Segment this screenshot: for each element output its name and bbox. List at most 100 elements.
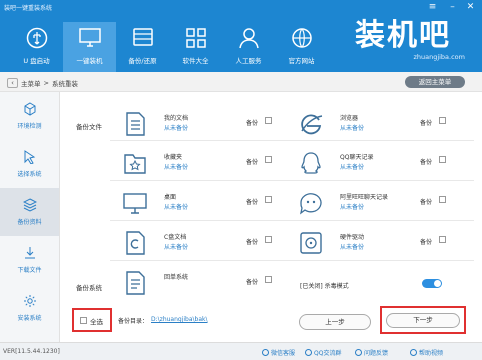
breadcrumb-home[interactable]: 主菜单 <box>21 78 41 88</box>
compress-mode-toggle[interactable] <box>422 279 442 288</box>
backup-checkbox-desktop[interactable] <box>265 196 272 203</box>
favorites-folder-icon <box>124 154 146 174</box>
divider <box>110 260 474 261</box>
backup-checkbox-qq-chat[interactable] <box>439 156 446 163</box>
select-all-checkbox[interactable] <box>80 317 87 324</box>
feedback-link[interactable]: 问题反馈 <box>355 348 388 357</box>
gear-icon <box>23 295 36 307</box>
help-video-link[interactable]: 帮助视频 <box>410 348 443 357</box>
next-step-highlight: 下一步 <box>380 306 466 334</box>
backup-dir-label: 备份目录： <box>118 318 149 325</box>
qq-group-icon <box>305 349 312 356</box>
select-all-box[interactable]: 全选 <box>72 308 112 332</box>
backup-option-label: 备份 <box>420 199 433 206</box>
apps-grid-icon <box>185 28 206 48</box>
monitor-icon <box>78 28 101 47</box>
item-status: 从未备份 <box>340 164 365 171</box>
wechat-service-link[interactable]: 微信客服 <box>262 348 295 357</box>
item-status: 从未备份 <box>340 204 365 211</box>
status-link-label: QQ交流群 <box>314 350 342 357</box>
version-label: VER[11.5.44.1230] <box>3 348 60 355</box>
compress-mode-label: [已关闭] 杀毒模式 <box>300 283 349 290</box>
backup-option-label: 备份 <box>246 120 259 127</box>
item-status: 从未备份 <box>340 244 365 251</box>
item-status: 从未备份 <box>164 244 189 251</box>
breadcrumb-separator: > <box>43 79 49 87</box>
backup-checkbox-my-documents[interactable] <box>265 117 272 124</box>
breadcrumb-current: 系统重装 <box>51 80 78 88</box>
feedback-icon <box>355 349 362 356</box>
system-doc-icon <box>126 271 145 295</box>
cursor-icon <box>24 150 35 164</box>
backup-option-label: 备份 <box>420 239 433 246</box>
brand-logo: 装机吧 zhuangjiba.com <box>355 18 475 62</box>
sidebar-item-install-system[interactable]: 安装系统 <box>0 284 59 332</box>
sidebar-label: 环境检测 <box>17 123 42 130</box>
sidebar-label: 下载文件 <box>17 267 42 274</box>
item-title: QQ聊天记录 <box>340 154 374 161</box>
nav-label: 一键装机 <box>76 57 103 65</box>
nav-item-backup-restore[interactable]: 备份/还原 <box>116 22 169 72</box>
return-main-menu-button[interactable]: 返回主菜单 <box>405 76 465 88</box>
item-status: 从未备份 <box>340 125 365 132</box>
backup-checkbox-hardware-drivers[interactable] <box>439 236 446 243</box>
qq-icon <box>301 152 321 174</box>
item-status: 从未备份 <box>164 204 189 211</box>
document-icon <box>126 112 145 136</box>
sidebar-label: 备份资料 <box>17 219 42 226</box>
qq-group-link[interactable]: QQ交流群 <box>305 348 341 357</box>
nav-label: 备份/还原 <box>128 57 157 65</box>
sidebar-item-backup-data[interactable]: 备份资料 <box>0 188 59 236</box>
brand-name: 装机吧 <box>355 18 451 53</box>
backup-checkbox-c-drive-docs[interactable] <box>265 236 272 243</box>
sidebar-item-download-files[interactable]: 下载文件 <box>0 236 59 284</box>
nav-item-one-click-install[interactable]: 一键装机 <box>63 22 116 72</box>
backup-option-label: 备份 <box>246 199 259 206</box>
nav-item-manual-service[interactable]: 人工服务 <box>222 22 275 72</box>
status-link-label: 问题反馈 <box>364 350 389 357</box>
backup-checkbox-browser[interactable] <box>439 117 446 124</box>
backup-dir-link[interactable]: D:\zhuangjiba\bak\ <box>151 316 208 323</box>
backup-content: 备份文件 备份系统 我的文档 从未备份 收藏夹 从未备份 桌面 从未备份 C盘文… <box>60 92 482 342</box>
nav-item-software[interactable]: 软件大全 <box>169 22 222 72</box>
wechat-icon <box>262 349 269 356</box>
item-title: 阿里旺旺聊天记录 <box>340 194 389 201</box>
person-icon <box>238 28 259 49</box>
backup-checkbox-system[interactable] <box>265 276 272 283</box>
download-icon <box>24 247 35 259</box>
help-video-icon <box>410 349 417 356</box>
backup-option-label: 备份 <box>420 159 433 166</box>
backup-checkbox-wangwang-chat[interactable] <box>439 196 446 203</box>
brand-site: zhuangjiba.com <box>413 53 465 61</box>
backup-checkbox-favorites[interactable] <box>265 156 272 163</box>
section-backup-files: 备份文件 <box>76 123 102 131</box>
next-step-button[interactable]: 下一步 <box>386 313 460 328</box>
breadcrumb: ‹ 主菜单 > 系统重装 <box>7 78 78 88</box>
nav-item-official-site[interactable]: 官方网站 <box>275 22 328 72</box>
divider <box>110 220 474 221</box>
item-title: 浏览器 <box>340 115 359 122</box>
usb-icon <box>26 27 47 49</box>
nav-label: 软件大全 <box>182 57 209 65</box>
divider <box>110 180 474 181</box>
layers-icon <box>22 198 37 212</box>
backup-option-label: 备份 <box>246 159 259 166</box>
sidebar-item-select-system[interactable]: 选择系统 <box>0 140 59 188</box>
back-arrow-icon[interactable]: ‹ <box>7 78 18 88</box>
item-title: 我的文档 <box>164 115 189 122</box>
nav-item-usb-boot[interactable]: U 盘启动 <box>10 22 63 72</box>
browser-icon <box>301 114 323 135</box>
section-backup-system: 备份系统 <box>76 284 102 292</box>
close-icon[interactable]: ✕ <box>465 2 476 12</box>
top-bar: 装吧一键重装系统 ≡ – ✕ U 盘启动 一键装机 备份/还原 软件大全 人工服… <box>0 0 482 72</box>
status-link-label: 微信客服 <box>271 350 296 357</box>
item-title: 收藏夹 <box>164 154 183 161</box>
menu-icon[interactable]: ≡ <box>427 2 438 12</box>
minimize-icon[interactable]: – <box>447 2 458 12</box>
app-title: 装吧一键重装系统 <box>4 5 53 12</box>
prev-step-button[interactable]: 上一步 <box>299 314 371 330</box>
nav-label: U 盘启动 <box>23 57 50 65</box>
step-sidebar: 环境检测 选择系统 备份资料 下载文件 安装系统 <box>0 92 60 342</box>
backup-icon <box>132 28 153 46</box>
sidebar-item-env-check[interactable]: 环境检测 <box>0 92 59 140</box>
